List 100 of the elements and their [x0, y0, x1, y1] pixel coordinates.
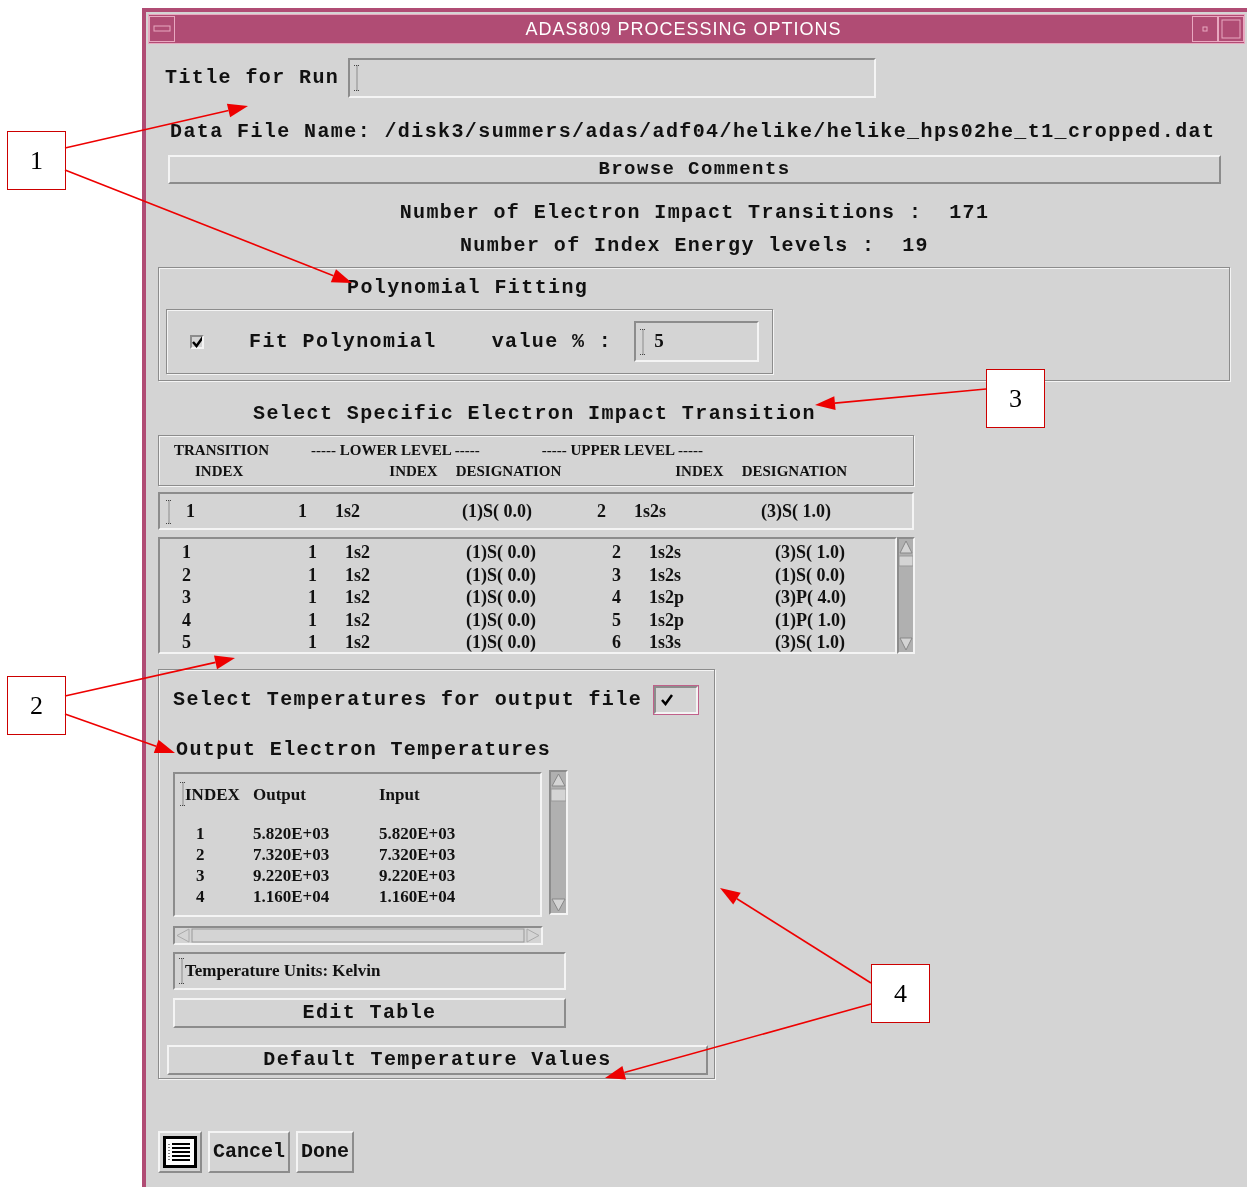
table-cell: 3: [612, 563, 621, 586]
column-header: TRANSITION: [174, 441, 270, 460]
minimize-button[interactable]: [1192, 16, 1218, 42]
field-label: Data File Name:: [170, 119, 373, 145]
table-cell: 1: [308, 563, 317, 586]
column-header: ----- LOWER LEVEL -----: [311, 441, 480, 460]
table-cell: 9.220E+03: [253, 865, 330, 886]
field-label: value % :: [491, 328, 613, 355]
column-header: INDEX: [195, 462, 244, 481]
table-cell: 5.820E+03: [379, 823, 456, 844]
table-cell: 1: [308, 541, 317, 564]
section-title: Output Electron Temperatures: [176, 737, 552, 763]
checkmark-icon: [192, 335, 202, 348]
scrollbar[interactable]: [173, 926, 543, 945]
column-header: ----- UPPER LEVEL -----: [541, 441, 703, 460]
browse-comments-button[interactable]: Browse Comments: [168, 155, 1221, 184]
file-path: /disk3/summers/adas/adf04/helike/helike_hps02he_t1_cropped.dat: [384, 119, 1216, 145]
table-cell: 4: [182, 608, 191, 631]
table-cell-text: (3)S( 1.0): [761, 499, 831, 523]
table-cell: 1s3s: [649, 631, 681, 654]
table-cell: 1s2: [345, 586, 370, 609]
field-label: Title for Run: [165, 65, 340, 91]
callout-label: 2: [7, 676, 66, 735]
count-value: 19: [902, 233, 930, 259]
title-input-field[interactable]: [348, 58, 877, 98]
text-cursor-icon: [354, 65, 361, 91]
count-value: 171: [949, 200, 990, 226]
column-header: INDEX: [675, 462, 724, 481]
checkbox-label: Fit Polynomial: [249, 328, 437, 355]
table-cell: (1)S( 0.0): [466, 563, 536, 586]
checkbox-label: Select Temperatures for output file: [173, 687, 643, 713]
table-cell-text: 1s2: [335, 499, 360, 523]
checkmark-icon: [661, 694, 674, 706]
table-cell: 4: [612, 586, 621, 609]
table-cell: 1s2: [345, 563, 370, 586]
callout-label: 4: [871, 964, 930, 1023]
column-header: DESIGNATION: [455, 462, 562, 481]
scrollbar[interactable]: [897, 537, 915, 654]
table-cell: (1)S( 0.0): [466, 631, 536, 654]
table-cell: 2: [196, 844, 205, 865]
section-title: Select Specific Electron Impact Transition: [253, 401, 816, 427]
text-cursor-icon: [640, 328, 647, 355]
table-cell: 5.820E+03: [253, 823, 330, 844]
table-cell: 1.160E+04: [253, 886, 330, 907]
table-cell: 1s2s: [649, 541, 681, 564]
checkbox[interactable]: [190, 334, 204, 349]
table-cell: 2: [612, 541, 621, 564]
table-cell: (3)S( 1.0): [775, 631, 845, 654]
table-cell: 9.220E+03: [379, 865, 456, 886]
text-cursor-icon: [166, 500, 172, 525]
column-header: INDEX: [185, 782, 240, 808]
callout-label: 3: [986, 369, 1045, 428]
dialog-button[interactable]: Done: [296, 1131, 355, 1173]
table-cell: 7.320E+03: [379, 844, 456, 865]
maximize-button[interactable]: [1218, 16, 1244, 42]
column-header: Input: [379, 784, 420, 806]
table-cell: 1s2p: [649, 586, 684, 609]
table-cell: 1s2: [345, 541, 370, 564]
table-cell: 1: [196, 823, 205, 844]
table-cell: 3: [196, 865, 205, 886]
table-cell: 3: [182, 586, 191, 609]
list-icon-button[interactable]: [158, 1131, 202, 1173]
table-cell-text: 1: [186, 499, 195, 523]
checkbox[interactable]: [654, 686, 699, 714]
table-cell: 6: [612, 631, 621, 654]
text-cursor-icon: [180, 782, 186, 807]
table-cell: 5: [182, 631, 191, 654]
count-label: Number of Electron Impact Transitions :: [399, 200, 924, 226]
table-cell: 1s2: [345, 608, 370, 631]
selected-transition-field[interactable]: 1 1 1s2 (1)S( 0.0) 2 1s2s (3)S( 1.0): [158, 492, 914, 530]
table-cell-text: 2: [597, 499, 606, 523]
table-cell: 4: [196, 886, 205, 907]
window-menu-button[interactable]: [149, 16, 175, 42]
panel-title: Polynomial Fitting: [347, 275, 589, 301]
column-header: INDEX: [389, 462, 438, 481]
table-cell: 1: [308, 608, 317, 631]
callout-label: 1: [7, 131, 66, 190]
table-cell: 1.160E+04: [379, 886, 456, 907]
table-cell: (1)S( 0.0): [775, 563, 845, 586]
value-input-field[interactable]: 5: [634, 321, 760, 362]
table-cell-text: 1: [298, 499, 307, 523]
window-title: ADAS809 PROCESSING OPTIONS: [524, 17, 843, 41]
edit-table-button[interactable]: Edit Table: [173, 998, 566, 1028]
scrollbar[interactable]: [549, 770, 568, 915]
text-cursor-icon: [179, 958, 185, 984]
bar-icon: [153, 25, 171, 33]
table-cell: (3)S( 1.0): [775, 541, 845, 564]
temperature-table[interactable]: INDEX Output Input 1 5.820E+03 5.820E+03 2 7.320E+03 7.320E+03 3 9.220E+03 9.220E+03 4 1.160E+04 1.160E+04: [173, 772, 542, 917]
table-cell: 1: [308, 631, 317, 654]
default-temperatures-button[interactable]: Default Temperature Values: [167, 1045, 708, 1075]
table-cell: 1s2p: [649, 608, 684, 631]
transition-list[interactable]: 1 1 1s2 (1)S( 0.0) 2 1s2s (3)S( 1.0) 2 1 1s2 (1)S( 0.0) 3 1s2s (1)S( 0.0) 3 1 1s2 (1)S( 0.0) 4 1s2p (3)P( 4.0) 4 1 1s2 (1)S( 0.0) 5 1s2p (1)P( 1.0) 5 1 1s2 (1)S( 0.0) 6 1s3s (3)S( 1.0): [158, 537, 897, 654]
table-cell: (3)P( 4.0): [775, 586, 846, 609]
square-icon: [1221, 19, 1241, 39]
units-field[interactable]: Temperature Units: Kelvin: [173, 952, 566, 990]
column-header: DESIGNATION: [741, 462, 848, 481]
count-label: Number of Index Energy levels :: [459, 233, 877, 259]
table-cell: 1: [182, 541, 191, 564]
table-cell: (1)P( 1.0): [775, 608, 846, 631]
dialog-button[interactable]: Cancel: [208, 1131, 290, 1173]
